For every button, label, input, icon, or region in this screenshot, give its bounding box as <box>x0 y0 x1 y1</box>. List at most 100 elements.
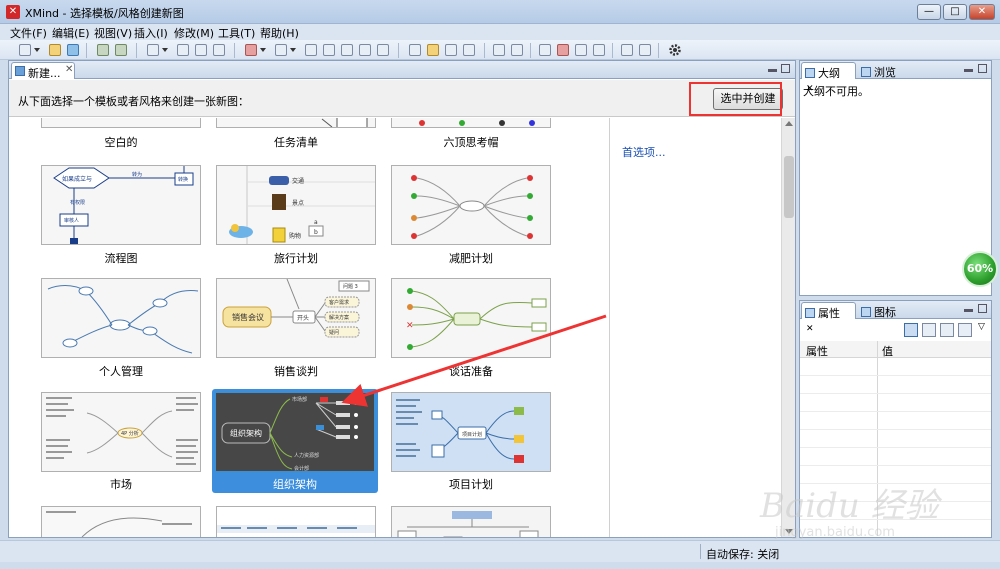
notes-icon[interactable] <box>322 43 336 57</box>
close-button[interactable]: ✕ <box>969 4 995 20</box>
toolbar-separator <box>658 43 659 58</box>
template-thumb-org-chart[interactable]: 组织架构 市场部 人力资源部 会计部 <box>214 391 376 473</box>
minimize-button[interactable]: — <box>917 4 941 20</box>
menu-insert[interactable]: 插入(I) <box>134 25 168 41</box>
upload-icon[interactable] <box>638 43 652 57</box>
flow-arrow-label: 转为 <box>132 171 142 178</box>
template-thumb-market[interactable]: 4P 分析 <box>41 392 201 472</box>
cloud-icon[interactable] <box>620 43 634 57</box>
properties-minimize-icon[interactable] <box>964 309 973 312</box>
undo-icon[interactable] <box>96 43 110 57</box>
gallery-scrollbar[interactable] <box>781 118 795 537</box>
scroll-up-icon[interactable] <box>785 121 793 126</box>
clock-icon[interactable] <box>574 43 588 57</box>
hyperlink-icon[interactable] <box>358 43 372 57</box>
template-thumb-travel-plan[interactable]: 交通 景点 购物 b a <box>216 165 376 245</box>
view-menu-icon[interactable]: ▽ <box>978 322 985 332</box>
outline-maximize-icon[interactable] <box>978 64 987 73</box>
template-thumb-blank[interactable] <box>41 118 201 128</box>
new-icon[interactable] <box>18 43 40 57</box>
template-label: 销售谈判 <box>274 365 318 378</box>
highlight-box <box>689 82 782 116</box>
travel-node-b: b <box>314 229 318 236</box>
menu-edit[interactable]: 编辑(E) <box>52 25 90 41</box>
main-toolbar <box>0 40 1000 60</box>
calendar-icon[interactable] <box>556 43 570 57</box>
attachment-icon[interactable] <box>304 43 318 57</box>
toolbar-separator <box>136 43 137 58</box>
outline-minimize-icon[interactable] <box>964 69 973 72</box>
maximize-button[interactable]: □ <box>943 4 967 20</box>
properties-maximize-icon[interactable] <box>978 304 987 313</box>
restore-default-icon[interactable] <box>940 323 954 337</box>
label-icon[interactable] <box>340 43 354 57</box>
tab-icons[interactable]: 图标 <box>858 302 906 319</box>
preferences-link[interactable]: 首选项... <box>622 144 666 160</box>
gear-icon[interactable] <box>668 43 682 57</box>
watermark-url: jingyan.baidu.com <box>775 525 895 540</box>
zoom-icon[interactable] <box>592 43 606 57</box>
column-property: 属性 <box>806 345 828 358</box>
flag-icon[interactable] <box>244 43 266 57</box>
table-row <box>800 447 991 448</box>
pin-icon[interactable] <box>958 323 972 337</box>
prompt-bar: 从下面选择一个模板或者风格来创建一张新图： 选中并创建 <box>9 80 795 117</box>
table-row <box>800 411 991 412</box>
template-thumb-row5-1[interactable] <box>41 506 201 537</box>
menu-view[interactable]: 视图(V) <box>94 25 132 41</box>
editor-maximize-icon[interactable] <box>781 64 790 73</box>
template-thumb-six-hats[interactable] <box>391 118 551 128</box>
idea-icon[interactable] <box>426 43 440 57</box>
redo-icon[interactable] <box>114 43 128 57</box>
template-thumb-flowchart[interactable]: 如果成立与 转为 转换 有权限 审核人 <box>41 165 201 245</box>
icons-tab-icon <box>861 307 871 317</box>
tab-properties[interactable]: 属性 ✕ <box>801 302 856 334</box>
template-thumb-task-list[interactable] <box>216 118 376 128</box>
topic-icon[interactable] <box>146 43 168 57</box>
share-icon[interactable] <box>492 43 506 57</box>
template-label: 项目计划 <box>449 478 493 491</box>
properties-toolbar: ▽ <box>800 320 991 340</box>
project-center-text: 项目计划 <box>462 431 482 438</box>
template-label: 六顶思考帽 <box>443 136 499 149</box>
template-thumb-diet-plan[interactable] <box>391 165 551 245</box>
outline-unavailable-text: 大纲不可用。 <box>803 85 869 98</box>
outline-view-icon[interactable] <box>538 43 552 57</box>
categorized-icon[interactable] <box>904 323 918 337</box>
open-icon[interactable] <box>48 43 62 57</box>
menu-modify[interactable]: 修改(M) <box>174 25 214 41</box>
export-icon[interactable] <box>510 43 524 57</box>
template-label: 谈话准备 <box>449 365 493 378</box>
toolbar-separator <box>86 43 87 58</box>
tab-close-icon[interactable]: ✕ <box>65 64 73 75</box>
editor-tab-strip: 新建... ✕ <box>9 61 795 80</box>
template-thumb-conversation-prep[interactable]: ✕ <box>391 278 551 358</box>
editor-minimize-icon[interactable] <box>768 69 777 72</box>
subtopic-icon[interactable] <box>176 43 190 57</box>
menu-help[interactable]: 帮助(H) <box>260 25 299 41</box>
advanced-icon[interactable] <box>922 323 936 337</box>
template-gallery: 空白的 任务清单 六顶思考帽 如果成立与 转为 转换 有权限 审核人 流程图 交… <box>9 118 609 537</box>
save-icon[interactable] <box>66 43 80 57</box>
template-thumb-row5-3[interactable] <box>391 506 551 537</box>
template-thumb-personal-mgmt[interactable] <box>41 278 201 358</box>
performance-badge[interactable]: 60% <box>962 251 998 287</box>
menu-tools[interactable]: 工具(T) <box>218 25 255 41</box>
gantt-icon[interactable] <box>444 43 458 57</box>
template-thumb-sales-negotiation[interactable]: 销售会议 开头 客户需求 解决方案 疑问 问题 3 <box>216 278 376 358</box>
tab-overview[interactable]: 浏览 <box>858 62 906 79</box>
sales-center-text: 销售会议 <box>232 312 264 322</box>
relationship-icon[interactable] <box>212 43 226 57</box>
presentation-icon[interactable] <box>408 43 422 57</box>
scroll-thumb[interactable] <box>784 156 794 218</box>
tab-outline[interactable]: 大纲 ✕ <box>801 62 856 94</box>
tab-new[interactable]: 新建... ✕ <box>11 62 75 80</box>
callout-icon[interactable] <box>194 43 208 57</box>
template-thumb-row5-2[interactable] <box>216 506 376 537</box>
menu-file[interactable]: 文件(F) <box>10 25 47 41</box>
window-title: XMind - 选择模板/风格创建新图 <box>25 7 184 20</box>
image-icon[interactable] <box>274 43 296 57</box>
template-thumb-project-plan[interactable]: 项目计划 <box>391 392 551 472</box>
marker-icon[interactable] <box>376 43 390 57</box>
chart-icon[interactable] <box>462 43 476 57</box>
